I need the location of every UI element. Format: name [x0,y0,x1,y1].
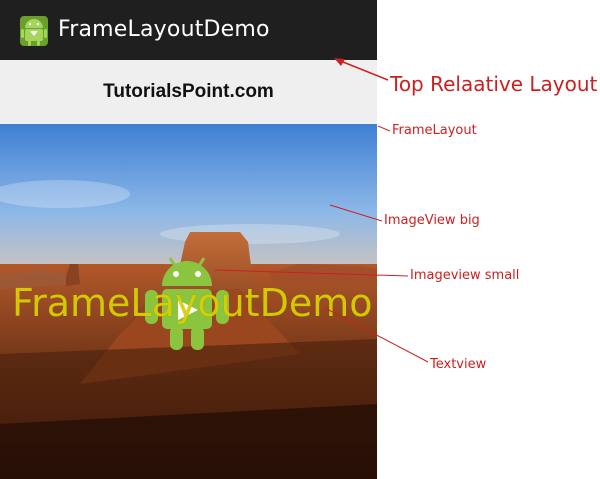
action-bar: FrameLayoutDemo [0,0,377,60]
app-title: FrameLayoutDemo [58,17,270,42]
annotation-top-relative-layout: Top Relaative Layout [390,72,598,96]
annotation-imageview-small: Imageview small [410,268,520,283]
annotation-imageview-big: ImageView big [384,213,480,228]
annotation-framelayout: FrameLayout [392,123,477,138]
frame-overlay-text: FrameLayoutDemo [12,281,373,325]
android-app-icon[interactable] [17,12,51,50]
annotation-line-framelayout [377,125,391,132]
annotation-textview: Textview [430,357,487,372]
phone-screen: FrameLayoutDemo TutorialsPoint.com Frame… [0,0,377,479]
header-text: TutorialsPoint.com [103,81,274,102]
top-relative-layout: TutorialsPoint.com [0,60,377,124]
frame-layout: FrameLayoutDemo [0,124,377,479]
